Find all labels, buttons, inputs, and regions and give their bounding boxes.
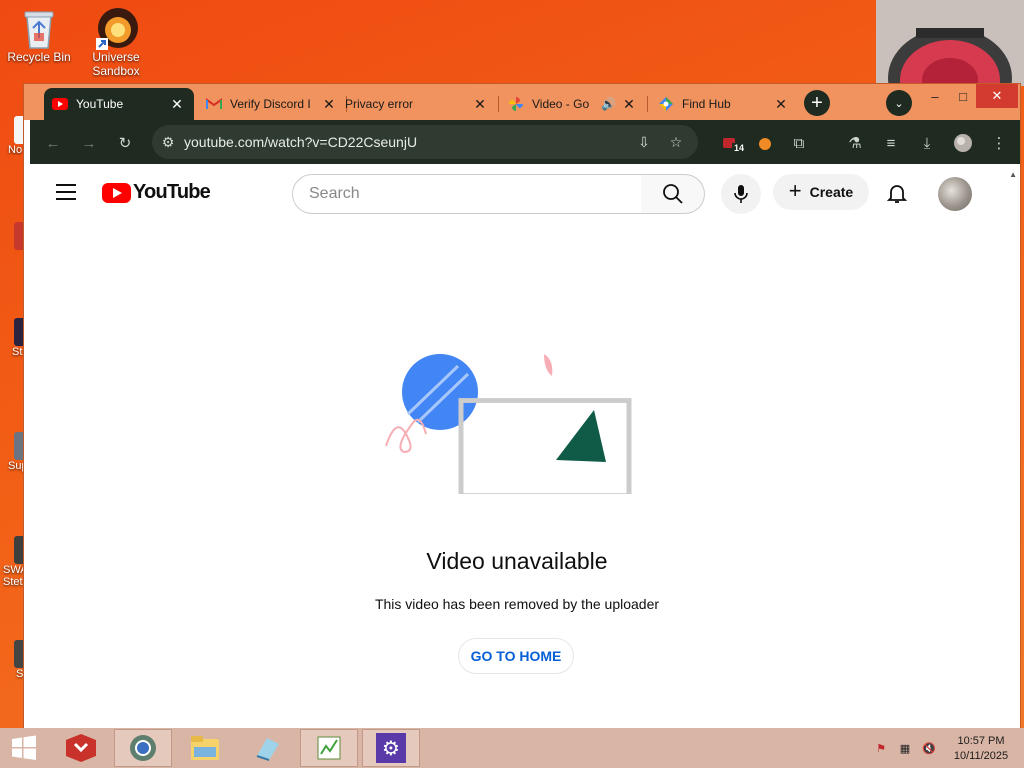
- extension-badge: 14: [732, 143, 747, 153]
- bookmark-star-icon[interactable]: ☆: [666, 132, 686, 152]
- extensions-puzzle-icon[interactable]: ⧉: [786, 130, 812, 156]
- find-hub-favicon: [658, 96, 674, 112]
- more-menu-icon[interactable]: ⋮: [986, 130, 1012, 156]
- downloads-icon[interactable]: ⤓: [914, 130, 940, 156]
- site-info-icon[interactable]: ⚙: [158, 132, 178, 152]
- notepad-app-icon[interactable]: [238, 729, 296, 767]
- tab-title: Verify Discord I: [230, 97, 311, 111]
- tab-find-hub[interactable]: Find Hub ✕: [650, 88, 798, 120]
- speaker-icon[interactable]: 🔊: [601, 97, 616, 111]
- browser-toolbar: ← → ↻ ⚙ youtube.com/watch?v=CD22CseunjU …: [30, 120, 1020, 164]
- install-app-icon[interactable]: ⇩: [634, 132, 654, 152]
- file-explorer-icon[interactable]: [176, 729, 234, 767]
- close-tab-icon[interactable]: ✕: [620, 95, 638, 113]
- page-scrollbar[interactable]: [1004, 164, 1020, 728]
- tab-gmail[interactable]: Verify Discord I ✕: [198, 88, 346, 120]
- search-icon: [662, 184, 683, 204]
- plus-icon: +: [788, 178, 802, 203]
- error-message: This video has been removed by the uploa…: [374, 596, 660, 612]
- forward-arrow-icon[interactable]: →: [76, 130, 102, 156]
- scroll-up-arrow-icon[interactable]: ▲: [1009, 170, 1017, 179]
- browser-window: YouTube ✕ Verify Discord I ✕ Privacy err…: [24, 84, 1020, 728]
- network-icon[interactable]: ▦: [896, 740, 914, 756]
- youtube-wordmark: YouTube: [133, 181, 211, 203]
- youtube-favicon: [52, 96, 68, 112]
- tab-youtube[interactable]: YouTube ✕: [44, 88, 194, 120]
- extension-orange-icon[interactable]: [752, 130, 778, 156]
- minimize-button[interactable]: –: [920, 84, 950, 108]
- back-arrow-icon[interactable]: ←: [40, 130, 66, 156]
- notifications-bell-icon[interactable]: [885, 181, 909, 205]
- chrome-app-icon[interactable]: [114, 729, 172, 767]
- windows-logo-icon: [12, 735, 36, 760]
- voice-search-button[interactable]: [721, 174, 761, 214]
- tab-title: Video - Go: [532, 97, 590, 111]
- youtube-page: YouTube + Create: [30, 164, 1004, 728]
- desktop-icon-label: Universe Sandbox: [92, 50, 140, 78]
- maximize-button[interactable]: □: [948, 84, 978, 108]
- flash-app-icon[interactable]: [52, 729, 110, 767]
- action-center-flag-icon[interactable]: ⚑: [872, 740, 890, 756]
- paint-app-icon[interactable]: [300, 729, 358, 767]
- system-clock[interactable]: 10:57 PM 10/11/2025: [946, 734, 1016, 764]
- search-button[interactable]: [641, 174, 705, 214]
- profile-avatar-icon[interactable]: [950, 130, 976, 156]
- tab-title: YouTube: [76, 97, 124, 111]
- tab-google-photos[interactable]: Video - Go 🔊 ✕: [500, 88, 646, 120]
- close-tab-icon[interactable]: ✕: [320, 95, 338, 113]
- tab-title: Find Hub: [682, 97, 731, 111]
- clock-date: 10/11/2025: [953, 750, 1009, 762]
- tab-search-button[interactable]: ⌄: [886, 90, 912, 116]
- microphone-icon: [734, 185, 748, 203]
- volume-muted-icon[interactable]: 🔇: [920, 740, 938, 756]
- url-text[interactable]: youtube.com/watch?v=CD22CseunjU: [184, 134, 417, 150]
- desktop-icon-label: Recycle Bin: [7, 50, 71, 64]
- google-photos-favicon: [508, 96, 524, 112]
- youtube-play-icon: [102, 182, 131, 203]
- recycle-bin-icon: [19, 6, 59, 49]
- tab-privacy-error[interactable]: Privacy error ✕: [337, 88, 497, 120]
- search-box[interactable]: [292, 174, 642, 214]
- labs-flask-icon[interactable]: ⚗: [842, 130, 868, 156]
- reload-icon[interactable]: ↻: [112, 130, 138, 156]
- clock-time: 10:57 PM: [957, 735, 1005, 747]
- close-tab-icon[interactable]: ✕: [471, 95, 489, 113]
- close-tab-icon[interactable]: ✕: [772, 95, 790, 113]
- taskbar: ⚙ ⚑ ▦ 🔇 10:57 PM 10/11/2025: [0, 728, 1024, 768]
- tab-title: Privacy error: [345, 97, 414, 111]
- close-window-button[interactable]: ✕: [976, 84, 1018, 108]
- close-tab-icon[interactable]: ✕: [168, 95, 186, 113]
- tab-strip: YouTube ✕ Verify Discord I ✕ Privacy err…: [24, 84, 1020, 120]
- error-title: Video unavailable: [426, 548, 608, 574]
- new-tab-button[interactable]: +: [804, 90, 830, 116]
- video-unavailable-illustration: [374, 354, 634, 498]
- media-controls-icon[interactable]: ≡: [878, 130, 904, 156]
- go-to-home-button[interactable]: GO TO HOME: [458, 638, 574, 674]
- desktop-icon-recycle-bin[interactable]: Recycle Bin: [3, 6, 75, 64]
- desktop-icon-universe-sandbox[interactable]: Universe Sandbox: [80, 6, 152, 78]
- gmail-favicon: [206, 96, 222, 112]
- youtube-logo[interactable]: YouTube: [102, 181, 211, 204]
- universe-sandbox-icon: [96, 6, 138, 50]
- start-button[interactable]: [0, 729, 48, 767]
- create-button[interactable]: + Create: [773, 174, 869, 210]
- chevron-down-icon: ⌄: [894, 97, 904, 110]
- account-avatar[interactable]: [938, 177, 972, 211]
- settings-app-icon[interactable]: ⚙: [362, 729, 420, 767]
- wallpaper-watch-image: [876, 0, 1024, 86]
- create-label: Create: [809, 184, 854, 200]
- search-input[interactable]: [293, 175, 641, 213]
- address-bar[interactable]: ⚙ youtube.com/watch?v=CD22CseunjU ⇩ ☆: [152, 125, 698, 159]
- hamburger-menu-icon[interactable]: [56, 184, 76, 200]
